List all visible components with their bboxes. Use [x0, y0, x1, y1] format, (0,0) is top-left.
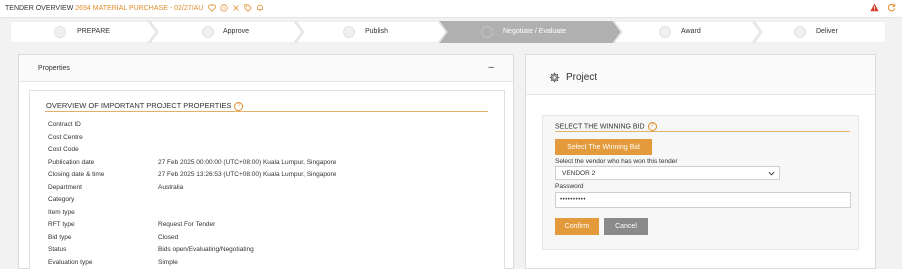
collapse-button[interactable]: –: [488, 62, 494, 73]
help-icon[interactable]: ?: [647, 122, 657, 131]
help-icon[interactable]: ?: [234, 101, 244, 111]
prop-row-evaluation-type: Evaluation type Simple: [48, 259, 488, 269]
prop-label: Evaluation type: [48, 258, 93, 266]
step-label-deliver[interactable]: Deliver: [816, 28, 838, 35]
cancel-button[interactable]: Cancel: [604, 218, 648, 235]
prop-label: Department: [48, 183, 82, 191]
prop-label: Publication date: [48, 158, 95, 166]
step-label-approve[interactable]: Approve: [223, 28, 249, 35]
prop-label: Bid type: [48, 233, 72, 241]
title-icons: ?: [208, 4, 264, 12]
prop-row-contract-id: Contract ID: [48, 121, 488, 131]
properties-overview: OVERVIEW OF IMPORTANT PROJECT PROPERTIES…: [29, 90, 505, 269]
prop-row-department: Department Australia: [48, 184, 488, 194]
page-title: TENDER OVERVIEW 2694 MATERIAL PURCHASE -…: [5, 5, 203, 12]
warning-icon[interactable]: [870, 3, 879, 14]
step-circle-prepare: [54, 26, 66, 38]
workflow-stepper: PREPARE Approve Publish Negotiate / Eval…: [0, 18, 902, 46]
prop-value: Bids open/Evaluating/Negotiating: [158, 246, 254, 253]
prop-value: Request For Tender: [158, 221, 216, 228]
prop-row-item-type: Item type: [48, 209, 488, 219]
prop-label: RFT type: [48, 221, 75, 228]
tender-subtitle: 2694 MATERIAL PURCHASE - 02/27/AU: [75, 5, 204, 12]
gear-icon: [549, 72, 560, 85]
properties-panel: Properties – OVERVIEW OF IMPORTANT PROJE…: [18, 54, 514, 269]
prop-value: Simple: [158, 258, 178, 266]
step-label-negotiate[interactable]: Negotiate / Evaluate: [503, 28, 566, 35]
project-panel: Project SELECT THE WINNING BID? Select T…: [525, 54, 876, 269]
heading-underline: [45, 111, 488, 112]
confirm-button[interactable]: Confirm: [555, 218, 599, 235]
password-label: Password: [555, 183, 584, 190]
vendor-select[interactable]: VENDOR 2: [555, 166, 780, 180]
step-circle-deliver: [794, 26, 806, 38]
prop-label: Category: [48, 196, 75, 203]
step-circle-approve: [202, 26, 214, 38]
prop-row-status: Status Bids open/Evaluating/Negotiating: [48, 246, 488, 256]
refresh-icon[interactable]: [887, 3, 896, 14]
prop-row-category: Category: [48, 196, 488, 206]
properties-title: Properties: [38, 65, 70, 72]
project-title: Project: [566, 72, 598, 83]
prop-row-rft-type: RFT type Request For Tender: [48, 221, 488, 231]
page-title-text: TENDER OVERVIEW: [5, 5, 74, 12]
step-circle-publish: [343, 26, 355, 38]
password-value: ••••••••••: [560, 197, 587, 203]
prop-label: Item type: [48, 208, 75, 216]
prop-value: 27 Feb 2025 13:26:53 (UTC+08:00) Kuala L…: [158, 171, 337, 178]
prop-value: Australia: [158, 183, 184, 191]
winning-bid-heading: SELECT THE WINNING BID?: [555, 122, 657, 131]
vendor-label: Select the vendor who has won this tende…: [555, 158, 678, 165]
topbar-right-icons: [870, 3, 896, 14]
properties-header: Properties –: [19, 55, 513, 82]
bell-icon[interactable]: [256, 4, 264, 12]
prop-value: Closed: [158, 233, 179, 241]
link-icon[interactable]: [232, 4, 240, 12]
step-label-award[interactable]: Award: [681, 28, 701, 35]
password-field[interactable]: ••••••••••: [555, 192, 851, 208]
prop-label: Contract ID: [48, 121, 81, 128]
top-bar: TENDER OVERVIEW 2694 MATERIAL PURCHASE -…: [0, 0, 902, 18]
project-header: Project: [526, 55, 875, 95]
prop-row-cost-code: Cost Code: [48, 146, 488, 156]
overview-heading-text: OVERVIEW OF IMPORTANT PROJECT PROPERTIES: [46, 101, 232, 110]
tag-icon[interactable]: [244, 4, 252, 12]
prop-value: 27 Feb 2025 00:00:00 (UTC+08:00) Kuala L…: [158, 158, 337, 166]
step-label-prepare[interactable]: PREPARE: [77, 28, 110, 35]
prop-label: Closing date & time: [48, 171, 105, 178]
prop-row-cost-centre: Cost Centre: [48, 134, 488, 144]
stepper-shapes: [10, 21, 886, 43]
vendor-select-value: VENDOR 2: [562, 170, 596, 177]
copy-icon[interactable]: ?: [220, 4, 228, 12]
prop-row-publication-date: Publication date 27 Feb 2025 00:00:00 (U…: [48, 159, 488, 169]
prop-label: Cost Centre: [48, 133, 83, 141]
overview-heading: OVERVIEW OF IMPORTANT PROJECT PROPERTIES…: [46, 101, 244, 111]
step-label-publish[interactable]: Publish: [365, 28, 388, 35]
step-circle-negotiate: [481, 26, 493, 38]
heading-underline: [555, 131, 850, 132]
step-circle-award: [659, 26, 671, 38]
prop-label: Status: [48, 246, 67, 253]
heart-icon[interactable]: [208, 4, 216, 12]
prop-label: Cost Code: [48, 146, 79, 153]
prop-row-closing-date: Closing date & time 27 Feb 2025 13:26:53…: [48, 171, 488, 181]
chevron-down-icon: [768, 170, 775, 179]
select-winning-bid-button[interactable]: Select The Winning Bid: [555, 139, 652, 155]
prop-row-bid-type: Bid type Closed: [48, 234, 488, 244]
winning-bid-section: SELECT THE WINNING BID? Select The Winni…: [542, 115, 859, 250]
winning-bid-heading-text: SELECT THE WINNING BID: [555, 123, 645, 131]
svg-text:?: ?: [223, 6, 226, 12]
